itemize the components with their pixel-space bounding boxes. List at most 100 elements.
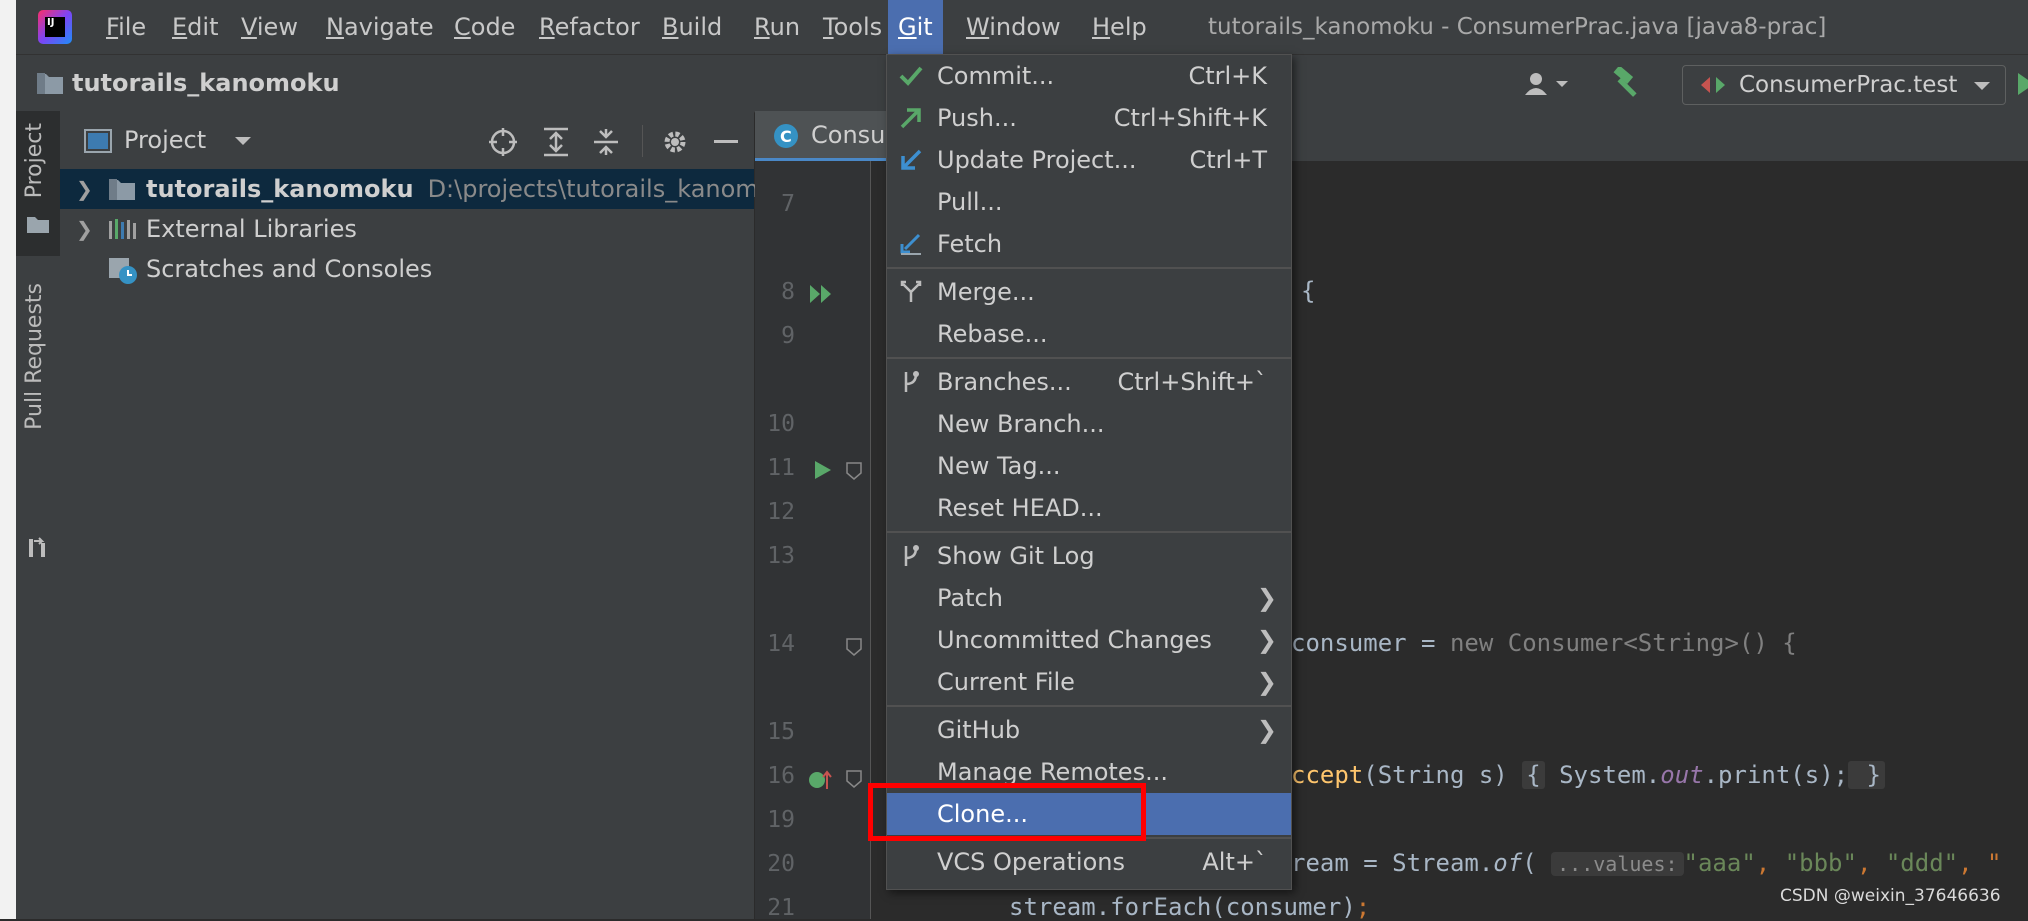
push-arrow-icon xyxy=(900,108,921,129)
menu-code[interactable]: Code xyxy=(444,0,525,54)
branch-icon xyxy=(904,371,919,392)
menu-edit[interactable]: Edit xyxy=(162,0,228,54)
editor-tab-label: ConsumerPrac.java xyxy=(811,121,895,149)
menu-separator xyxy=(887,531,1291,533)
menu-window[interactable]: Window xyxy=(956,0,1071,54)
menu-separator xyxy=(887,267,1291,269)
menu-bar: IJ File Edit View Navigate Code Refactor… xyxy=(16,0,2028,54)
git-menu-update-project[interactable]: Update Project... Ctrl+T xyxy=(887,139,1291,181)
line-number: 10 xyxy=(767,411,795,437)
project-panel-title[interactable]: Project xyxy=(124,111,206,169)
line-number: 14 xyxy=(767,631,795,657)
locate-file-icon[interactable] xyxy=(488,127,518,157)
submenu-arrow-icon: ❯ xyxy=(1256,626,1277,654)
tree-item-label: External Libraries xyxy=(146,215,357,243)
code-line-16: ccept(String s) { System.out.print(s); } xyxy=(1291,761,1886,789)
project-folder-icon xyxy=(37,73,63,94)
libraries-icon xyxy=(109,219,136,239)
menu-build[interactable]: Build xyxy=(652,0,732,54)
git-menu-commit[interactable]: Commit... Ctrl+K xyxy=(887,55,1291,97)
menu-view[interactable]: View xyxy=(231,0,308,54)
menu-navigate[interactable]: Navigate xyxy=(316,0,444,54)
git-menu-patch[interactable]: Patch ❯ xyxy=(887,577,1291,619)
implements-method-icon[interactable] xyxy=(807,767,835,791)
pull-requests-tab-label: Pull Requests xyxy=(22,283,47,430)
git-menu-uncommitted-changes[interactable]: Uncommitted Changes ❯ xyxy=(887,619,1291,661)
window-title: tutorails_kanomoku - ConsumerPrac.java [… xyxy=(1208,14,1827,40)
tree-item-external-libraries[interactable]: ❯ External Libraries xyxy=(60,209,754,249)
git-menu-vcs-operations[interactable]: VCS Operations Alt+` xyxy=(887,841,1291,883)
fold-marker-icon[interactable] xyxy=(845,461,863,481)
git-menu-rebase[interactable]: Rebase... xyxy=(887,313,1291,355)
line-number: 9 xyxy=(781,323,795,349)
git-menu-github[interactable]: GitHub ❯ xyxy=(887,709,1291,751)
tree-item-project-root[interactable]: ❯ tutorails_kanomoku D:\projects\tutorail… xyxy=(60,169,802,209)
menu-tools[interactable]: Tools xyxy=(813,0,892,54)
menu-help[interactable]: Help xyxy=(1082,0,1157,54)
tree-item-label: tutorails_kanomoku xyxy=(146,175,414,203)
line-number: 7 xyxy=(781,191,795,217)
git-menu: Commit... Ctrl+K Push... Ctrl+Shift+K Upda… xyxy=(886,54,1292,890)
menu-file[interactable]: File xyxy=(96,0,156,54)
editor-tab-consumerprac[interactable]: C ConsumerPrac.java xyxy=(755,111,895,161)
run-config-label: ConsumerPrac.test xyxy=(1739,72,1958,98)
checkmark-icon xyxy=(899,66,923,86)
tree-item-scratches[interactable]: Scratches and Consoles xyxy=(60,249,754,289)
user-dropdown-icon[interactable] xyxy=(1524,71,1570,97)
line-number: 11 xyxy=(767,455,795,481)
run-configuration-selector[interactable]: ConsumerPrac.test xyxy=(1682,65,2006,105)
code-line-14: consumer = new Consumer<String>() { xyxy=(1291,629,1797,657)
git-menu-fetch[interactable]: Fetch xyxy=(887,223,1291,265)
project-view-icon xyxy=(84,129,112,153)
project-tree: ❯ tutorails_kanomoku D:\projects\tutorail… xyxy=(60,169,802,919)
git-menu-merge[interactable]: Merge... xyxy=(887,271,1291,313)
git-menu-branches[interactable]: Branches... Ctrl+Shift+` xyxy=(887,361,1291,403)
breadcrumb-project[interactable]: tutorails_kanomoku xyxy=(72,55,340,112)
git-menu-show-git-log[interactable]: Show Git Log xyxy=(887,535,1291,577)
chevron-right-icon[interactable]: ❯ xyxy=(76,209,93,249)
gear-icon[interactable] xyxy=(660,127,690,157)
run-method-icon[interactable] xyxy=(813,459,833,481)
menu-separator xyxy=(887,357,1291,359)
git-menu-reset-head[interactable]: Reset HEAD... xyxy=(887,487,1291,529)
git-log-icon xyxy=(904,545,919,566)
run-icon[interactable] xyxy=(2016,71,2028,97)
merge-icon xyxy=(900,280,922,302)
intellij-logo-icon: IJ xyxy=(38,10,72,44)
fold-marker-icon[interactable] xyxy=(845,769,863,789)
line-number: 16 xyxy=(767,763,795,789)
menu-refactor[interactable]: Refactor xyxy=(529,0,650,54)
line-number: 13 xyxy=(767,543,795,569)
menu-separator xyxy=(887,705,1291,707)
toolbar-divider xyxy=(642,125,643,157)
run-class-icon[interactable] xyxy=(809,283,835,305)
tree-item-label: Scratches and Consoles xyxy=(146,255,433,283)
java-class-icon: C xyxy=(774,124,798,148)
collapse-all-icon[interactable] xyxy=(592,127,620,157)
menu-run[interactable]: Run xyxy=(744,0,810,54)
line-number: 19 xyxy=(767,807,795,833)
parameter-hint: ...values: xyxy=(1551,852,1684,876)
project-folder-icon xyxy=(109,179,135,200)
git-menu-push[interactable]: Push... Ctrl+Shift+K xyxy=(887,97,1291,139)
chevron-right-icon[interactable]: ❯ xyxy=(76,169,93,209)
pull-requests-tool-tab[interactable]: Pull Requests xyxy=(16,271,60,571)
line-number: 15 xyxy=(767,719,795,745)
chevron-down-icon[interactable] xyxy=(234,135,252,147)
menu-git[interactable]: Git xyxy=(888,0,943,54)
git-menu-pull[interactable]: Pull... xyxy=(887,181,1291,223)
git-menu-new-tag[interactable]: New Tag... xyxy=(887,445,1291,487)
fetch-icon xyxy=(900,233,921,255)
minimize-icon[interactable] xyxy=(714,140,738,143)
chevron-down-icon xyxy=(1974,82,1990,90)
editor-gutter: 7 8 9 10 11 12 13 14 15 16 19 20 21 xyxy=(755,161,871,921)
line-number: 20 xyxy=(767,851,795,877)
git-menu-new-branch[interactable]: New Branch... xyxy=(887,403,1291,445)
build-hammer-icon[interactable] xyxy=(1610,67,1644,99)
project-tool-tab[interactable]: Project xyxy=(16,111,60,256)
folder-icon xyxy=(27,217,49,233)
fold-marker-icon[interactable] xyxy=(845,637,863,657)
git-menu-current-file[interactable]: Current File ❯ xyxy=(887,661,1291,703)
expand-all-icon[interactable] xyxy=(542,127,570,157)
svg-text:C: C xyxy=(780,127,792,146)
